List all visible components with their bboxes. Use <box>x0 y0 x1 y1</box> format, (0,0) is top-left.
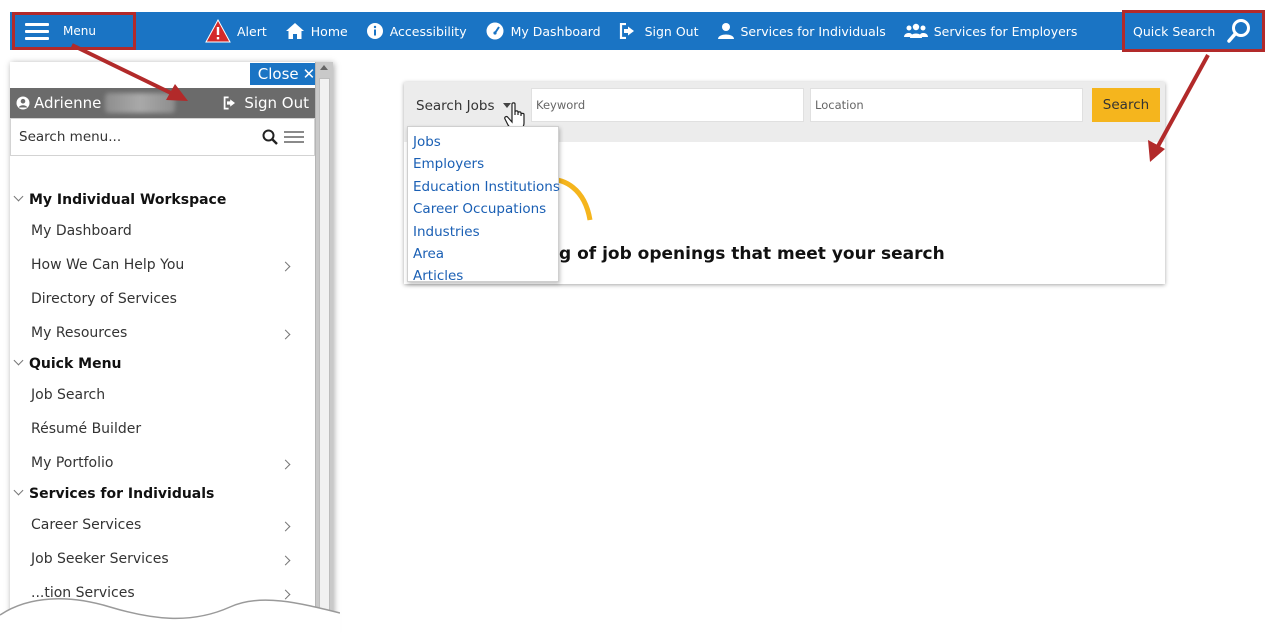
user-icon <box>717 23 734 39</box>
quick-search-label: Quick Search <box>1133 23 1216 39</box>
top-navigation-bar: Menu Alert Home Accessibility My Dashboa… <box>10 10 1265 52</box>
menu-button[interactable]: Menu <box>12 12 136 50</box>
location-input[interactable]: Location <box>810 88 1083 122</box>
menu-item-label: My Resources <box>31 325 128 341</box>
nav-accessibility-label: Accessibility <box>389 23 467 39</box>
chevron-down-icon <box>13 191 24 202</box>
home-icon <box>285 23 304 39</box>
keyword-placeholder: Keyword <box>536 98 586 112</box>
menu-item-job-search[interactable]: Job Search <box>10 378 315 412</box>
chevron-right-icon <box>280 261 291 272</box>
section-title: Quick Menu <box>29 356 122 372</box>
nav-sign-out[interactable]: Sign Out <box>619 23 699 39</box>
alert-icon <box>205 19 231 43</box>
user-bar: Adrienne Sign Out <box>10 88 315 118</box>
hamburger-icon <box>25 22 49 40</box>
section-quick-menu[interactable]: Quick Menu <box>10 350 315 378</box>
nav-home[interactable]: Home <box>285 22 348 40</box>
nav-services-employers[interactable]: Services for Employers <box>903 23 1078 39</box>
scrollbar-thumb[interactable] <box>319 78 330 623</box>
menu-item-my-portfolio[interactable]: My Portfolio <box>10 446 315 480</box>
search-menu-input[interactable]: Search menu... <box>10 118 315 156</box>
menu-item-label: Résumé Builder <box>31 421 142 437</box>
user-circle-icon <box>16 96 30 110</box>
sign-out-icon <box>224 96 236 110</box>
menu-item-label: Directory of Services <box>31 291 177 307</box>
menu-item-career-services[interactable]: Career Services <box>10 508 315 542</box>
location-placeholder: Location <box>815 98 864 112</box>
users-icon <box>903 23 928 38</box>
dropdown-option-career-occupations[interactable]: Career Occupations <box>408 198 558 220</box>
menu-item-label: My Dashboard <box>31 223 132 239</box>
user-name: Adrienne <box>34 94 102 112</box>
menu-item-label: Job Search <box>31 387 106 403</box>
dropdown-option-industries[interactable]: Industries <box>408 221 558 243</box>
search-type-label: Search Jobs <box>416 97 495 114</box>
nav-services-individuals[interactable]: Services for Individuals <box>717 22 886 40</box>
side-menu-list: My Individual Workspace My Dashboard How… <box>10 186 315 610</box>
keyword-input[interactable]: Keyword <box>531 88 804 122</box>
search-type-dropdown: Jobs Employers Education Institutions Ca… <box>407 126 560 284</box>
search-icon <box>1227 19 1251 43</box>
dropdown-option-employers[interactable]: Employers <box>408 153 558 175</box>
menu-item-my-dashboard[interactable]: My Dashboard <box>10 214 315 248</box>
nav-services-individuals-label: Services for Individuals <box>740 23 886 39</box>
sign-out-icon <box>619 23 634 39</box>
dashboard-icon <box>486 22 504 40</box>
dropdown-option-education-institutions[interactable]: Education Institutions <box>408 176 560 198</box>
nav-alert-label: Alert <box>237 23 267 39</box>
nav-my-dashboard-label: My Dashboard <box>510 23 601 39</box>
section-title: Services for Individuals <box>29 486 215 502</box>
dropdown-option-jobs[interactable]: Jobs <box>408 131 558 153</box>
nav-services-employers-label: Services for Employers <box>933 23 1078 39</box>
results-headline: g of job openings that meet your search <box>559 244 945 264</box>
nav-home-label: Home <box>310 23 348 39</box>
list-icon[interactable] <box>284 130 304 144</box>
redacted-surname <box>105 93 176 113</box>
close-icon: ✕ <box>302 65 316 83</box>
chevron-right-icon <box>280 521 291 532</box>
menu-item-label: My Portfolio <box>31 455 114 471</box>
nav-accessibility[interactable]: Accessibility <box>366 22 467 40</box>
search-icon[interactable] <box>262 129 278 145</box>
menu-item-how-we-can-help[interactable]: How We Can Help You <box>10 248 315 282</box>
chevron-right-icon <box>280 329 291 340</box>
chevron-down-icon <box>13 485 24 496</box>
search-button-label: Search <box>1102 97 1150 113</box>
chevron-right-icon <box>280 555 291 566</box>
chevron-down-icon <box>13 355 24 366</box>
scroll-up-icon[interactable] <box>320 65 328 70</box>
side-sign-out-label: Sign Out <box>244 94 309 112</box>
menu-item-label: Job Seeker Services <box>31 551 169 567</box>
main-nav: Alert Home Accessibility My Dashboard Si… <box>205 12 1077 50</box>
side-menu-panel: Close ✕ Adrienne Sign Out Search menu...… <box>10 62 333 633</box>
menu-label: Menu <box>63 24 96 38</box>
section-title: My Individual Workspace <box>29 192 227 208</box>
nav-my-dashboard[interactable]: My Dashboard <box>485 22 601 40</box>
menu-item-resume-builder[interactable]: Résumé Builder <box>10 412 315 446</box>
search-button[interactable]: Search <box>1092 88 1160 122</box>
torn-edge-decoration <box>0 598 340 633</box>
section-my-individual-workspace[interactable]: My Individual Workspace <box>10 186 315 214</box>
menu-scrollbar[interactable] <box>315 62 333 633</box>
close-label: Close <box>257 65 299 83</box>
quick-search-button[interactable]: Quick Search <box>1122 10 1265 52</box>
nav-sign-out-label: Sign Out <box>644 23 699 39</box>
section-services-for-individuals[interactable]: Services for Individuals <box>10 480 315 508</box>
menu-item-directory-of-services[interactable]: Directory of Services <box>10 282 315 316</box>
close-menu-button[interactable]: Close ✕ <box>250 63 323 85</box>
dropdown-option-articles[interactable]: Articles <box>408 265 558 287</box>
search-menu-tools <box>262 129 304 145</box>
menu-item-my-resources[interactable]: My Resources <box>10 316 315 350</box>
menu-item-job-seeker-services[interactable]: Job Seeker Services <box>10 542 315 576</box>
nav-alert[interactable]: Alert <box>205 19 267 43</box>
dropdown-option-area[interactable]: Area <box>408 243 558 265</box>
menu-item-label: Career Services <box>31 517 142 533</box>
chevron-right-icon <box>280 459 291 470</box>
menu-item-label: How We Can Help You <box>31 257 185 273</box>
info-icon <box>366 23 383 39</box>
side-sign-out-button[interactable]: Sign Out <box>223 88 309 118</box>
search-menu-placeholder: Search menu... <box>19 129 122 145</box>
